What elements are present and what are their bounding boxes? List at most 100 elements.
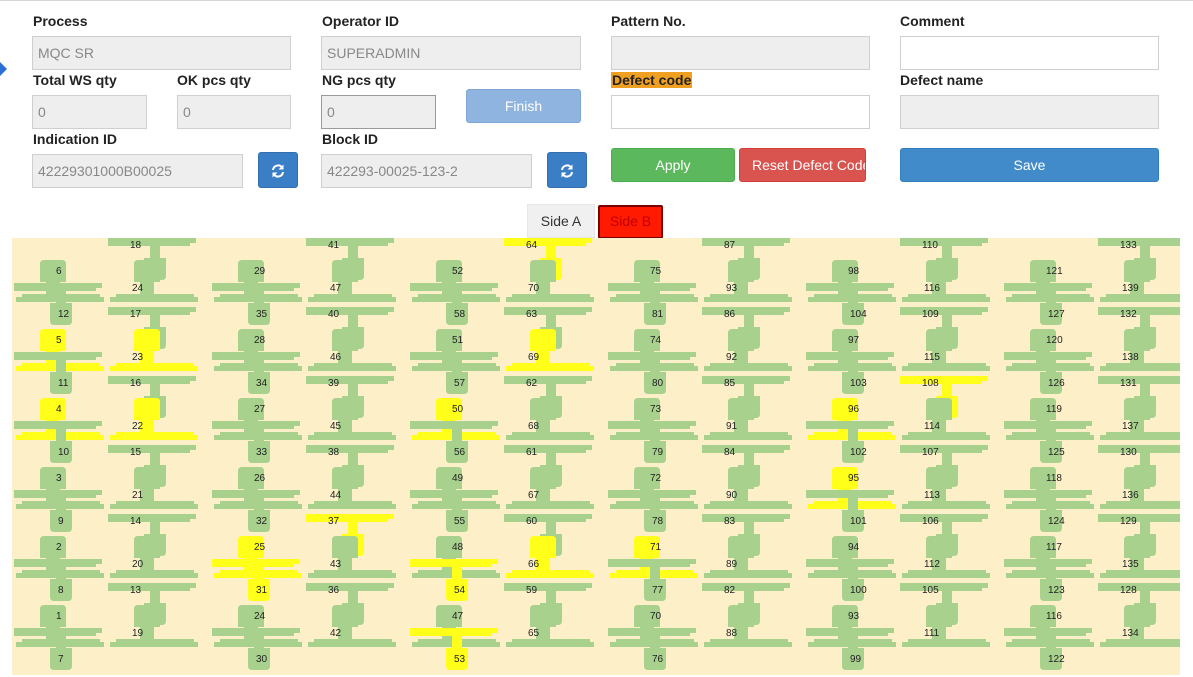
piece-number: 31: [256, 585, 268, 596]
piece-124[interactable]: 124: [1004, 490, 1092, 532]
piece-126[interactable]: 126: [1004, 352, 1092, 394]
save-button[interactable]: Save: [900, 148, 1159, 182]
piece-55[interactable]: 55: [410, 490, 498, 532]
defect-code-field[interactable]: [611, 95, 870, 129]
piece-70[interactable]: 70: [506, 260, 594, 302]
piece-9[interactable]: 9: [14, 490, 102, 532]
operator-field[interactable]: SUPERADMIN: [321, 36, 581, 70]
piece-53[interactable]: 53: [410, 628, 498, 670]
piece-22[interactable]: 22: [110, 398, 198, 440]
piece-99[interactable]: 99: [806, 628, 894, 670]
piece-112[interactable]: 112: [902, 536, 990, 578]
total-ws-field[interactable]: 0: [32, 95, 147, 129]
piece-8[interactable]: 8: [14, 559, 102, 601]
piece-number: 2: [56, 542, 62, 553]
piece-80[interactable]: 80: [608, 352, 696, 394]
piece-number: 129: [1120, 516, 1137, 527]
piece-90[interactable]: 90: [704, 467, 792, 509]
piece-47[interactable]: 47: [308, 260, 396, 302]
piece-44[interactable]: 44: [308, 467, 396, 509]
comment-label: Comment: [900, 13, 965, 29]
piece-100[interactable]: 100: [806, 559, 894, 601]
piece-34[interactable]: 34: [212, 352, 300, 394]
process-field[interactable]: MQC SR: [32, 36, 291, 70]
tab-side-a[interactable]: Side A: [527, 204, 595, 238]
tab-side-b[interactable]: Side B: [598, 205, 663, 239]
piece-19[interactable]: 19: [110, 605, 198, 647]
piece-45[interactable]: 45: [308, 398, 396, 440]
piece-number: 85: [724, 378, 736, 389]
piece-56[interactable]: 56: [410, 421, 498, 463]
piece-57[interactable]: 57: [410, 352, 498, 394]
piece-32[interactable]: 32: [212, 490, 300, 532]
piece-111[interactable]: 111: [902, 605, 990, 647]
piece-21[interactable]: 21: [110, 467, 198, 509]
piece-33[interactable]: 33: [212, 421, 300, 463]
piece-135[interactable]: 135: [1100, 536, 1180, 578]
piece-35[interactable]: 35: [212, 283, 300, 325]
indication-field[interactable]: 42229301000B00025: [32, 154, 243, 188]
piece-67[interactable]: 67: [506, 467, 594, 509]
piece-31[interactable]: 31: [212, 559, 300, 601]
ok-pcs-field[interactable]: 0: [177, 95, 291, 129]
piece-10[interactable]: 10: [14, 421, 102, 463]
piece-89[interactable]: 89: [704, 536, 792, 578]
piece-77[interactable]: 77: [608, 559, 696, 601]
piece-79[interactable]: 79: [608, 421, 696, 463]
piece-122[interactable]: 122: [1004, 628, 1092, 670]
reset-defect-code-button[interactable]: Reset Defect Code: [739, 148, 866, 182]
piece-78[interactable]: 78: [608, 490, 696, 532]
piece-24[interactable]: 24: [110, 260, 198, 302]
piece-127[interactable]: 127: [1004, 283, 1092, 325]
piece-66[interactable]: 66: [506, 536, 594, 578]
piece-136[interactable]: 136: [1100, 467, 1180, 509]
indication-refresh-button[interactable]: [258, 152, 298, 188]
finish-button[interactable]: Finish: [466, 89, 581, 123]
piece-81[interactable]: 81: [608, 283, 696, 325]
piece-139[interactable]: 139: [1100, 260, 1180, 302]
piece-58[interactable]: 58: [410, 283, 498, 325]
piece-103[interactable]: 103: [806, 352, 894, 394]
piece-54[interactable]: 54: [410, 559, 498, 601]
piece-76[interactable]: 76: [608, 628, 696, 670]
piece-101[interactable]: 101: [806, 490, 894, 532]
piece-104[interactable]: 104: [806, 283, 894, 325]
piece-102[interactable]: 102: [806, 421, 894, 463]
piece-number: 28: [254, 335, 266, 346]
piece-23[interactable]: 23: [110, 329, 198, 371]
piece-92[interactable]: 92: [704, 329, 792, 371]
piece-69[interactable]: 69: [506, 329, 594, 371]
piece-116[interactable]: 116: [902, 260, 990, 302]
piece-12[interactable]: 12: [14, 283, 102, 325]
apply-button[interactable]: Apply: [611, 148, 735, 182]
piece-125[interactable]: 125: [1004, 421, 1092, 463]
piece-113[interactable]: 113: [902, 467, 990, 509]
piece-91[interactable]: 91: [704, 398, 792, 440]
piece-20[interactable]: 20: [110, 536, 198, 578]
piece-30[interactable]: 30: [212, 628, 300, 670]
piece-137[interactable]: 137: [1100, 398, 1180, 440]
piece-68[interactable]: 68: [506, 398, 594, 440]
piece-43[interactable]: 43: [308, 536, 396, 578]
piece-11[interactable]: 11: [14, 352, 102, 394]
piece-number: 122: [1048, 654, 1065, 665]
block-refresh-button[interactable]: [547, 152, 587, 188]
piece-number: 48: [452, 542, 464, 553]
piece-123[interactable]: 123: [1004, 559, 1092, 601]
piece-93[interactable]: 93: [704, 260, 792, 302]
piece-7[interactable]: 7: [14, 628, 102, 670]
piece-46[interactable]: 46: [308, 329, 396, 371]
piece-42[interactable]: 42: [308, 605, 396, 647]
piece-88[interactable]: 88: [704, 605, 792, 647]
piece-134[interactable]: 134: [1100, 605, 1180, 647]
defect-name-field[interactable]: [900, 95, 1159, 129]
pattern-field[interactable]: [611, 36, 870, 70]
block-field[interactable]: 422293-00025-123-2: [321, 154, 532, 188]
piece-65[interactable]: 65: [506, 605, 594, 647]
piece-114[interactable]: 114: [902, 398, 990, 440]
piece-138[interactable]: 138: [1100, 329, 1180, 371]
piece-115[interactable]: 115: [902, 329, 990, 371]
comment-field[interactable]: [900, 36, 1159, 70]
piece-number: 139: [1122, 283, 1139, 294]
ng-pcs-field[interactable]: 0: [321, 95, 436, 129]
